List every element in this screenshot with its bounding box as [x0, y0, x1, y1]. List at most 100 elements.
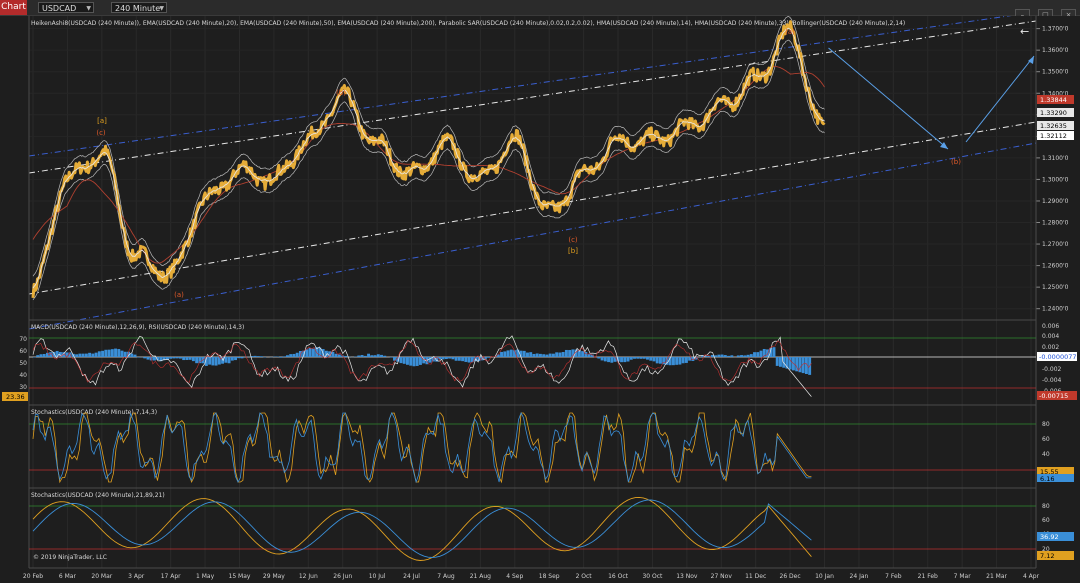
macd-histogram-bar — [123, 351, 127, 357]
macd-histogram-bar — [376, 354, 380, 357]
stoch-tick-label: 60 — [1042, 436, 1050, 443]
macd-tick-label: 0.002 — [1042, 344, 1059, 351]
macd-histogram-bar — [185, 357, 189, 360]
date-tick-label: 11 Dec — [745, 573, 766, 580]
macd-histogram-bar — [600, 357, 604, 361]
macd-histogram-bar — [564, 349, 568, 357]
date-tick-label: 24 Jan — [850, 573, 869, 580]
macd-histogram-bar — [234, 357, 238, 361]
macd-histogram-bar — [551, 353, 555, 357]
macd-histogram-bar — [224, 357, 228, 363]
date-tick-label: 30 Oct — [642, 573, 663, 580]
wave-label: (c) — [568, 236, 578, 244]
wave-label: (b) — [336, 89, 346, 97]
date-tick-label: 21 Aug — [470, 573, 491, 580]
macd-histogram-bar — [626, 357, 630, 362]
price-tick-label: 1.3600'0 — [1042, 47, 1069, 54]
interval-selector[interactable]: 240 Minute ▼ — [111, 2, 167, 13]
macd-histogram-bar — [730, 355, 734, 357]
macd-histogram-bar — [370, 355, 374, 357]
price-tick-label: 1.2700'0 — [1042, 241, 1069, 248]
macd-indicator-label: MACD(USDCAD (240 Minute),12,26,9), RSI(U… — [31, 324, 244, 331]
macd-histogram-bar — [500, 351, 503, 357]
macd-histogram-bar — [208, 357, 212, 365]
copyright-text: © 2019 NinjaTrader, LLC — [33, 554, 107, 561]
macd-histogram-bar — [623, 357, 627, 363]
macd-histogram-bar — [172, 357, 176, 359]
macd-histogram-bar — [256, 356, 260, 357]
macd-histogram-bar — [409, 357, 413, 366]
macd-histogram-bar — [775, 357, 779, 366]
macd-histogram-bar — [311, 348, 315, 357]
date-tick-label: 26 Dec — [780, 573, 801, 580]
price-indicator-label: HeikenAshi8(USDCAD (240 Minute)), EMA(US… — [31, 20, 905, 27]
stoch1-indicator-label: Stochastics(USDCAD (240 Minute),7,14,3) — [31, 409, 157, 416]
chart-toolbar: Chart USDCAD ▼ 240 Minute ▼ – □ × — [0, 0, 1080, 21]
macd-histogram-bar — [260, 356, 263, 357]
price-badge: 1.33844 — [1040, 96, 1067, 104]
date-tick-label: 4 Apr — [1023, 573, 1040, 580]
macd-histogram-bar — [133, 354, 137, 357]
macd-histogram-bar — [182, 357, 186, 361]
macd-histogram-bar — [642, 357, 646, 359]
macd-histogram-bar — [603, 357, 607, 362]
macd-histogram-bar — [211, 357, 215, 366]
macd-histogram-bar — [191, 357, 195, 362]
macd-histogram-bar — [428, 357, 432, 363]
rsi-tick-label: 50 — [19, 360, 27, 367]
back-arrow-icon[interactable]: ← — [1020, 25, 1029, 38]
macd-histogram-bar — [282, 356, 286, 357]
macd-histogram-bar — [467, 357, 471, 363]
macd-histogram-bar — [753, 352, 756, 357]
macd-histogram-bar — [652, 357, 656, 362]
macd-histogram-bar — [198, 357, 202, 364]
macd-histogram-bar — [756, 352, 760, 357]
date-tick-label: 7 Feb — [885, 573, 902, 580]
macd-histogram-bar — [305, 349, 309, 357]
wave-label: (b) — [951, 158, 961, 166]
macd-histogram-bar — [110, 349, 114, 357]
macd-histogram-bar — [42, 353, 46, 357]
macd-histogram-bar — [78, 353, 82, 357]
wave-label: [a] — [97, 117, 107, 125]
date-tick-label: 13 Nov — [676, 573, 698, 580]
macd-histogram-bar — [678, 357, 682, 365]
date-tick-label: 3 Apr — [128, 573, 145, 580]
rsi-tick-label: 40 — [19, 372, 27, 379]
macd-histogram-bar — [506, 350, 510, 357]
stoch-badge: 7.12 — [1040, 552, 1054, 560]
macd-histogram-bar — [143, 357, 147, 359]
macd-histogram-bar — [230, 357, 234, 361]
date-tick-label: 12 Jun — [299, 573, 318, 580]
macd-histogram-bar — [532, 353, 536, 357]
macd-histogram-bar — [88, 352, 92, 357]
macd-histogram-bar — [448, 357, 452, 359]
macd-histogram-bar — [714, 355, 718, 357]
macd-histogram-bar — [240, 357, 244, 359]
macd-histogram-bar — [279, 357, 283, 358]
macd-histogram-bar — [373, 355, 377, 357]
macd-histogram-bar — [389, 357, 393, 358]
macd-histogram-bar — [117, 349, 121, 357]
macd-histogram-bar — [723, 355, 727, 357]
date-tick-label: 20 Mar — [91, 573, 112, 580]
price-badge: 1.33290 — [1040, 109, 1067, 117]
chart-tab[interactable]: Chart — [0, 0, 27, 15]
macd-histogram-bar — [39, 354, 43, 357]
macd-histogram-bar — [743, 355, 747, 357]
price-tick-label: 1.2900'0 — [1042, 198, 1069, 205]
macd-histogram-bar — [633, 357, 636, 359]
macd-histogram-bar — [749, 354, 753, 357]
macd-histogram-bar — [441, 357, 445, 360]
symbol-selector[interactable]: USDCAD ▼ — [38, 2, 94, 13]
rsi-tick-label: 60 — [19, 348, 27, 355]
macd-histogram-bar — [684, 357, 688, 363]
price-tick-label: 1.3700'0 — [1042, 26, 1069, 33]
macd-histogram-bar — [587, 354, 591, 357]
symbol-value: USDCAD — [42, 4, 77, 13]
macd-histogram-bar — [487, 357, 491, 358]
macd-histogram-bar — [97, 351, 101, 357]
macd-histogram-bar — [529, 352, 533, 357]
macd-histogram-bar — [81, 353, 85, 357]
stoch-badge: 36.92 — [1040, 533, 1059, 541]
